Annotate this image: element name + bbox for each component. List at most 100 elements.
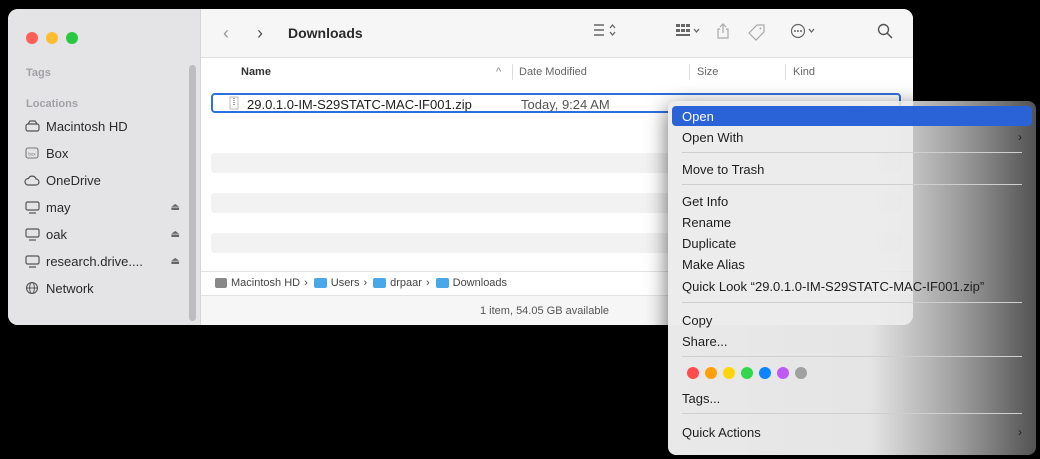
- eject-icon[interactable]: ⏏: [171, 256, 180, 267]
- menu-item-label: Quick Look “29.0.1.0-IM-S29STATC-MAC-IF0…: [682, 278, 985, 294]
- menu-item-rename[interactable]: Rename: [672, 212, 1032, 232]
- list-view-icon[interactable]: [593, 23, 617, 42]
- menu-item-duplicate[interactable]: Duplicate: [672, 233, 1032, 253]
- menu-item-label: Make Alias: [682, 256, 745, 272]
- sidebar-item-may[interactable]: may ⏏: [24, 196, 182, 218]
- eject-icon[interactable]: ⏏: [171, 229, 180, 240]
- window-title: Downloads: [288, 25, 363, 41]
- display-icon: [24, 254, 40, 268]
- path-item-users[interactable]: Users: [331, 277, 360, 289]
- tag-green[interactable]: [741, 367, 753, 379]
- column-divider: [785, 64, 786, 80]
- menu-item-label: Duplicate: [682, 235, 737, 251]
- menu-item-label: Tags...: [682, 390, 721, 406]
- sidebar-item-research-drive[interactable]: research.drive.... ⏏: [24, 250, 182, 272]
- chevron-right-icon: ›: [1018, 425, 1022, 439]
- toolbar: ‹ › Downloads: [201, 9, 913, 58]
- sort-chevron-icon[interactable]: ^: [496, 66, 501, 78]
- sidebar-item-onedrive[interactable]: OneDrive: [24, 169, 182, 191]
- menu-item-get-info[interactable]: Get Info: [672, 191, 1032, 211]
- menu-item-label: Quick Actions: [682, 424, 761, 440]
- eject-icon[interactable]: ⏏: [171, 202, 180, 213]
- menu-item-copy[interactable]: Copy: [672, 310, 1032, 330]
- folder-icon: [313, 278, 327, 288]
- back-icon[interactable]: ‹: [223, 23, 229, 44]
- path-separator: ›: [363, 277, 368, 289]
- sidebar-item-network[interactable]: Network: [24, 277, 182, 299]
- file-name: 29.0.1.0-IM-S29STATC-MAC-IF001.zip: [247, 97, 472, 112]
- menu-item-share[interactable]: Share...: [672, 331, 1032, 351]
- menu-item-tags[interactable]: Tags...: [672, 388, 1032, 408]
- sidebar-locations-header: Locations: [26, 98, 78, 110]
- menu-item-label: Share...: [682, 333, 728, 349]
- sidebar-scrollbar[interactable]: [189, 65, 196, 321]
- menu-separator: [682, 302, 1022, 303]
- box-icon: box: [24, 146, 40, 160]
- zip-file-icon: [229, 96, 239, 115]
- menu-separator: [682, 152, 1022, 153]
- tag-gray[interactable]: [795, 367, 807, 379]
- menu-separator: [682, 184, 1022, 185]
- column-date-modified[interactable]: Date Modified: [519, 66, 587, 78]
- path-item-drpaar[interactable]: drpaar: [390, 277, 422, 289]
- folder-icon: [373, 278, 387, 288]
- menu-item-make-alias[interactable]: Make Alias: [672, 254, 1032, 274]
- path-separator: ›: [425, 277, 430, 289]
- more-actions-icon[interactable]: [790, 23, 818, 44]
- menu-item-move-to-trash[interactable]: Move to Trash: [672, 159, 1032, 179]
- network-icon: [24, 281, 40, 295]
- column-kind[interactable]: Kind: [793, 66, 815, 78]
- sidebar-tags-header: Tags: [26, 67, 51, 79]
- zoom-window-button[interactable]: [66, 32, 78, 44]
- menu-item-label: Open With: [682, 129, 744, 145]
- menu-item-open-with[interactable]: Open With ›: [672, 127, 1032, 147]
- tag-blue[interactable]: [759, 367, 771, 379]
- forward-icon[interactable]: ›: [257, 23, 263, 44]
- path-item-macintosh-hd[interactable]: Macintosh HD: [231, 277, 300, 289]
- hard-drive-icon: [24, 119, 40, 133]
- menu-item-quick-look[interactable]: Quick Look “29.0.1.0-IM-S29STATC-MAC-IF0…: [672, 276, 1032, 296]
- sidebar-item-oak[interactable]: oak ⏏: [24, 223, 182, 245]
- sidebar-item-label: OneDrive: [46, 172, 101, 188]
- minimize-window-button[interactable]: [46, 32, 58, 44]
- column-divider: [689, 64, 690, 80]
- file-date-modified: Today, 9:24 AM: [521, 97, 610, 112]
- column-divider: [512, 64, 513, 80]
- folder-icon: [435, 278, 449, 288]
- path-separator: ›: [304, 277, 308, 289]
- share-icon[interactable]: [716, 23, 730, 44]
- menu-item-open[interactable]: Open: [672, 106, 1032, 126]
- menu-item-label: Move to Trash: [682, 161, 765, 177]
- sidebar-item-box[interactable]: box Box: [24, 142, 182, 164]
- sidebar-item-label: research.drive....: [46, 253, 143, 269]
- menu-item-quick-actions[interactable]: Quick Actions ›: [672, 422, 1032, 442]
- tag-red[interactable]: [687, 367, 699, 379]
- tag-orange[interactable]: [705, 367, 717, 379]
- sidebar-item-label: Macintosh HD: [46, 118, 128, 134]
- context-menu: Open Open With › Move to Trash Get Info …: [668, 101, 1036, 455]
- column-header: Name ^ Date Modified Size Kind: [201, 62, 913, 82]
- sidebar-item-label: may: [46, 199, 71, 215]
- sidebar-item-label: Network: [46, 280, 94, 296]
- sidebar-item-macintosh-hd[interactable]: Macintosh HD: [24, 115, 182, 137]
- group-view-icon[interactable]: [675, 23, 701, 42]
- display-icon: [24, 227, 40, 241]
- sidebar: Tags Locations Macintosh HD box Box OneD…: [8, 9, 201, 325]
- sidebar-item-label: oak: [46, 226, 67, 242]
- tag-icon[interactable]: [748, 23, 766, 46]
- close-window-button[interactable]: [26, 32, 38, 44]
- menu-item-label: Get Info: [682, 193, 729, 209]
- status-text: 1 item, 54.05 GB available: [480, 305, 610, 317]
- path-item-downloads[interactable]: Downloads: [453, 277, 507, 289]
- sidebar-item-label: Box: [46, 145, 69, 161]
- chevron-right-icon: ›: [1018, 130, 1022, 144]
- hard-drive-icon: [215, 278, 227, 288]
- search-icon[interactable]: [877, 23, 893, 44]
- tag-purple[interactable]: [777, 367, 789, 379]
- tag-yellow[interactable]: [723, 367, 735, 379]
- menu-item-label: Rename: [682, 214, 732, 230]
- column-size[interactable]: Size: [697, 66, 718, 78]
- menu-item-label: Copy: [682, 312, 713, 328]
- column-name[interactable]: Name: [241, 66, 271, 78]
- cloud-icon: [24, 173, 40, 187]
